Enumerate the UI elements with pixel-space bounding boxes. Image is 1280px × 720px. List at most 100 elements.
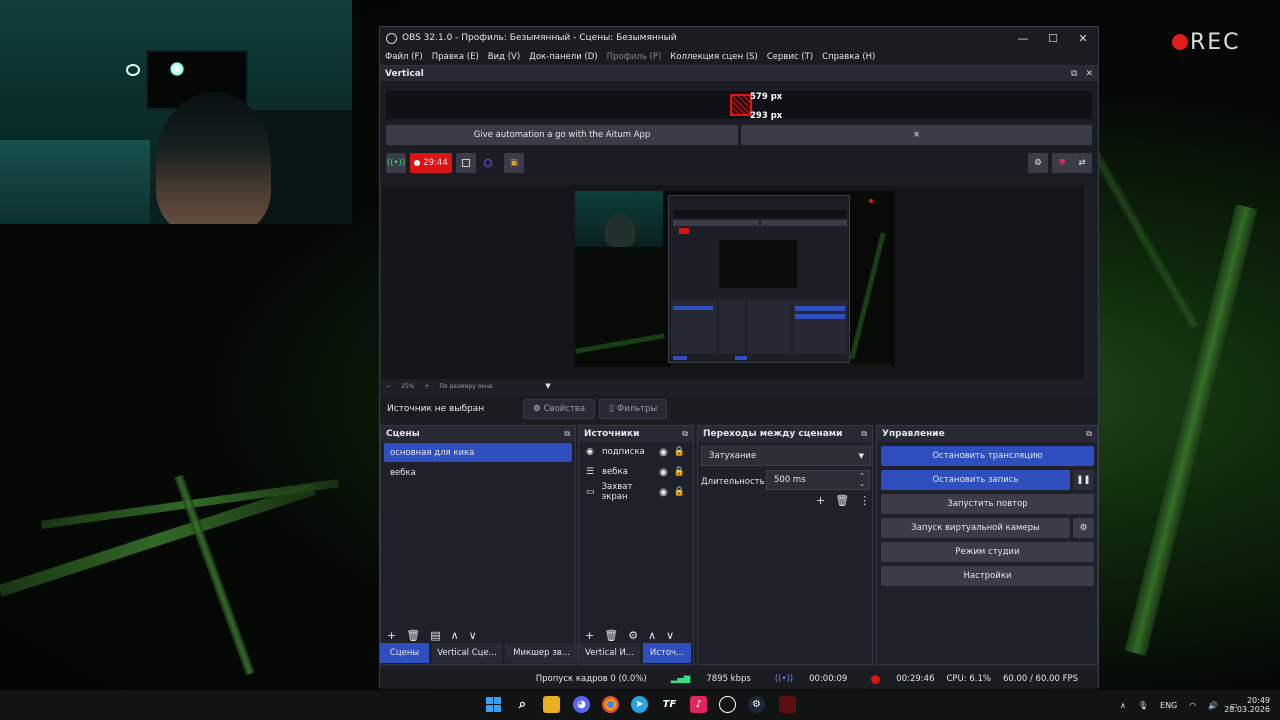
virtual-camera-button[interactable]: Запуск виртуальной камеры	[881, 518, 1070, 538]
wifi-icon[interactable]: ◠	[1189, 701, 1196, 710]
virtual-camera-settings-button[interactable]: ⚙	[1073, 518, 1094, 538]
stream-toggle-button[interactable]: ((•))	[386, 153, 406, 173]
scene-item[interactable]: основная для кика	[384, 443, 572, 462]
dock-float-icon[interactable]: ⧉	[564, 429, 575, 439]
search-icon[interactable]: ⌕	[514, 696, 531, 713]
maximize-button[interactable]: ☐	[1038, 32, 1068, 45]
zoom-in-icon[interactable]: +	[424, 383, 429, 390]
move-down-icon[interactable]: ∨	[666, 629, 674, 642]
vertical-settings-button[interactable]: ⚙	[1028, 153, 1048, 173]
clock[interactable]: 20:49 28.03.2026	[1224, 690, 1270, 720]
source-item[interactable]: ▭ Захват экран ◉ 🔒	[579, 482, 693, 502]
obs-taskbar-icon[interactable]	[719, 696, 736, 713]
stop-stream-button[interactable]: Остановить трансляцию	[881, 446, 1094, 466]
language-indicator[interactable]: ENG	[1160, 701, 1177, 710]
transition-select[interactable]: Затухание ▼	[701, 446, 871, 466]
replay-button[interactable]	[478, 153, 498, 173]
signal-bars-icon: ▂▄▆	[670, 674, 691, 684]
source-label: вебка	[602, 467, 628, 477]
telegram-icon[interactable]: ➤	[631, 696, 648, 713]
duration-input[interactable]: 500 ms ⌃ ⌄	[766, 470, 870, 490]
chrome-icon[interactable]	[602, 696, 619, 713]
menu-docks[interactable]: Док-панели (D)	[529, 52, 597, 62]
gear-icon[interactable]: ⚙	[628, 629, 638, 642]
zoom-mode-select[interactable]: По размеру окна	[439, 383, 535, 390]
bitrate-text: 7895 kbps	[706, 674, 751, 684]
aitum-close-button[interactable]: ×	[741, 125, 1092, 145]
menu-help[interactable]: Справка (H)	[822, 52, 875, 62]
tiktok-icon[interactable]: ♪	[690, 696, 707, 713]
add-icon[interactable]: +	[816, 494, 825, 507]
dock-float-icon[interactable]: ⧉	[1086, 429, 1097, 439]
dock-close-icon[interactable]: ✕	[1085, 69, 1093, 79]
zoom-out-icon[interactable]: −	[386, 383, 391, 390]
tab-vertical-sources[interactable]: Vertical И...	[579, 643, 640, 663]
dock-float-icon[interactable]: ⧉	[1071, 69, 1077, 79]
scene-filters-icon[interactable]: ▤	[430, 629, 440, 642]
dock-float-icon[interactable]: ⧉	[861, 429, 872, 439]
move-up-icon[interactable]: ∧	[451, 629, 459, 642]
trash-icon[interactable]: 🗑	[406, 629, 420, 642]
obs-window: OBS 32.1.0 - Профиль: Безымянный - Сцены…	[379, 26, 1099, 689]
preview-area[interactable]	[382, 185, 1084, 379]
spinner-icon[interactable]: ⌃ ⌄	[859, 472, 869, 488]
menu-tools[interactable]: Сервис (T)	[767, 52, 813, 62]
microphone-icon[interactable]: 🎙	[1138, 701, 1148, 710]
menu-edit[interactable]: Правка (E)	[432, 52, 479, 62]
aitum-app-button[interactable]: Give automation a go with the Aitum App	[386, 125, 738, 145]
clock-time: 20:49	[1246, 696, 1270, 705]
stop-record-button[interactable]: Остановить запись	[881, 470, 1070, 490]
tab-audio-mixer[interactable]: Микшер зв...	[505, 643, 578, 663]
minimize-button[interactable]: —	[1008, 32, 1038, 45]
tab-sources[interactable]: Источ...	[643, 643, 691, 663]
windows-start-icon[interactable]	[485, 696, 502, 713]
lock-icon[interactable]: 🔒	[674, 447, 685, 457]
studio-mode-button[interactable]: Режим студии	[881, 542, 1094, 562]
share-button[interactable]: ⇄	[1072, 153, 1092, 173]
more-menu-icon[interactable]: ⋮	[859, 494, 870, 507]
tab-scenes[interactable]: Сцены	[380, 643, 429, 663]
menu-profile[interactable]: Профиль (P)	[607, 52, 662, 62]
game-app-icon[interactable]	[779, 696, 796, 713]
pause-record-button[interactable]: ❚❚	[1073, 470, 1094, 490]
settings-button[interactable]: Настройки	[881, 566, 1094, 586]
menu-scene-collection[interactable]: Коллекция сцен (S)	[670, 52, 758, 62]
pause-record-button[interactable]	[456, 153, 476, 173]
scene-item[interactable]: вебка	[384, 463, 572, 482]
bitrate: ▂▄▆ 7895 kbps	[659, 674, 751, 684]
start-replay-button[interactable]: Запустить повтор	[881, 494, 1094, 514]
eye-icon[interactable]: ◉	[659, 487, 668, 498]
steam-icon[interactable]: ⚙	[748, 696, 765, 713]
tf-app-icon[interactable]: TF	[661, 696, 678, 713]
source-item[interactable]: ◉ подписка ◉ 🔒	[579, 442, 693, 462]
trash-icon[interactable]: 🗑	[835, 494, 849, 507]
chevron-down-icon: ▼	[858, 452, 864, 460]
lock-icon[interactable]: 🔒	[674, 487, 685, 497]
tab-vertical-scenes[interactable]: Vertical Сце...	[432, 643, 502, 663]
menu-view[interactable]: Вид (V)	[488, 52, 520, 62]
eye-icon[interactable]: ◉	[659, 447, 668, 458]
move-down-icon[interactable]: ∨	[469, 629, 477, 642]
dock-float-icon[interactable]: ⧉	[682, 429, 693, 439]
filters-button[interactable]: ▯ Фильтры	[599, 399, 668, 419]
file-explorer-icon[interactable]	[543, 696, 560, 713]
eye-icon[interactable]: ◉	[659, 467, 668, 478]
donate-button[interactable]: ♥	[1052, 153, 1072, 173]
volume-icon[interactable]: 🔊	[1208, 701, 1218, 710]
properties-button[interactable]: ⚙ Свойства	[523, 399, 596, 419]
trash-icon[interactable]: 🗑	[604, 629, 618, 642]
discord-icon[interactable]: ◕	[573, 696, 590, 713]
menu-file[interactable]: Файл (F)	[385, 52, 423, 62]
chevron-down-icon[interactable]: ▼	[545, 382, 550, 390]
transitions-dock-header: Переходы между сценами ⧉	[698, 426, 872, 442]
lock-icon[interactable]: 🔒	[674, 467, 685, 477]
move-up-icon[interactable]: ∧	[648, 629, 656, 642]
add-icon[interactable]: +	[387, 629, 396, 642]
close-button[interactable]: ✕	[1068, 32, 1098, 45]
zoom-level: 25%	[401, 382, 415, 390]
virtual-cam-button[interactable]: ▣	[504, 153, 524, 173]
add-icon[interactable]: +	[585, 629, 594, 642]
record-toggle-button[interactable]: 29:44	[410, 153, 452, 173]
source-item[interactable]: ☰ вебка ◉ 🔒	[579, 462, 693, 482]
chevron-up-icon[interactable]: ∧	[1120, 701, 1126, 710]
